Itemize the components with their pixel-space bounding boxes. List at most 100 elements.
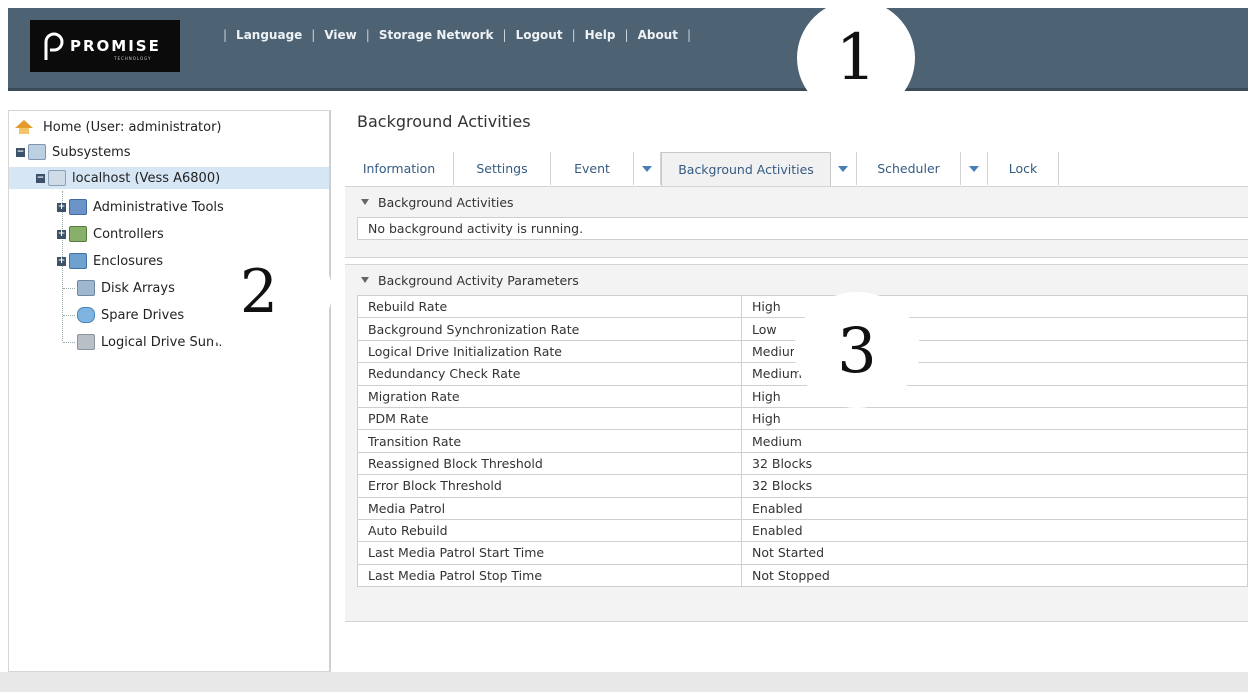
table-row: Media Patrol Enabled [357, 496, 1248, 520]
chevron-down-icon [642, 165, 652, 172]
nav-about-link[interactable]: About [638, 28, 678, 42]
tree-item-home[interactable]: Home (User: administrator) [15, 116, 222, 138]
tree-item-label: Enclosures [93, 253, 164, 269]
tree-item-label: Spare Drives [101, 307, 185, 323]
param-label: Auto Rebuild [357, 518, 742, 543]
tab-information[interactable]: Information [345, 152, 454, 185]
collapse-icon[interactable]: − [36, 173, 45, 183]
param-label: Background Synchronization Rate [357, 317, 742, 341]
param-label: PDM Rate [357, 406, 742, 431]
bottom-status-strip [0, 672, 1248, 692]
section-title: Background Activity Parameters [378, 272, 579, 288]
tab-lock[interactable]: Lock [988, 152, 1059, 185]
background-activities-section: Background Activities No background acti… [345, 186, 1248, 258]
table-row: Error Block Threshold 32 Blocks [357, 474, 1248, 498]
expand-icon[interactable]: + [57, 229, 66, 239]
home-icon [15, 120, 33, 134]
param-label: Redundancy Check Rate [357, 362, 742, 386]
tree-item-label: Subsystems [52, 144, 131, 160]
collapse-icon[interactable]: − [16, 147, 25, 157]
table-row: Rebuild Rate High [357, 294, 1248, 319]
nav-storage-network-link[interactable]: Storage Network [379, 28, 494, 42]
tree-item-label: Home (User: administrator) [43, 119, 222, 135]
tree-item-enclosures[interactable]: + Enclosures [57, 250, 163, 272]
param-value: Not Stopped [741, 563, 1248, 588]
tab-label: Lock [1008, 161, 1038, 176]
section-header[interactable]: Background Activities [345, 187, 1248, 217]
brand-name: PROMISE [70, 37, 161, 55]
tree-connector-line [63, 315, 75, 316]
collapse-triangle-icon [361, 277, 369, 283]
tree-item-disk-arrays[interactable]: Disk Arrays [77, 277, 175, 299]
tab-label: Event [574, 161, 610, 176]
tree-item-subsystems[interactable]: − Subsystems [16, 141, 131, 163]
section-header[interactable]: Background Activity Parameters [345, 265, 1248, 295]
main-content: Background Activities Information Settin… [345, 104, 1248, 692]
param-label: Reassigned Block Threshold [357, 451, 742, 476]
controller-icon [69, 226, 87, 242]
param-value: 32 Blocks [741, 451, 1248, 476]
param-label: Media Patrol [357, 496, 742, 520]
tab-background-dropdown[interactable] [830, 152, 857, 185]
expand-icon[interactable]: + [57, 202, 66, 212]
table-row: Auto Rebuild Enabled [357, 518, 1248, 543]
tab-label: Scheduler [877, 161, 940, 176]
param-value: Enabled [741, 518, 1248, 543]
param-label: Rebuild Rate [357, 294, 742, 319]
nav-logout-link[interactable]: Logout [516, 28, 563, 42]
subsystems-icon [28, 144, 46, 160]
tab-settings[interactable]: Settings [454, 152, 551, 185]
table-row: Reassigned Block Threshold 32 Blocks [357, 451, 1248, 476]
background-activity-parameters-section: Background Activity Parameters Rebuild R… [345, 264, 1248, 622]
tree-item-label: localhost (Vess A6800) [72, 170, 221, 186]
tree-item-localhost[interactable]: − localhost (Vess A6800) [9, 167, 329, 189]
tab-scheduler[interactable]: Scheduler [857, 152, 961, 185]
param-value: Not Started [741, 541, 1248, 565]
tab-event-dropdown[interactable] [634, 152, 661, 185]
param-label: Migration Rate [357, 384, 742, 408]
tab-event[interactable]: Event [551, 152, 634, 185]
tab-background-activities[interactable]: Background Activities [661, 152, 831, 187]
top-navigation: | Language | View | Storage Network | Lo… [223, 28, 692, 42]
server-icon [48, 170, 66, 186]
tree-connector-line [63, 342, 75, 343]
tab-label: Background Activities [678, 162, 814, 177]
param-label: Last Media Patrol Stop Time [357, 563, 742, 588]
tree-item-administrative-tools[interactable]: + Administrative Tools [57, 196, 224, 218]
chevron-down-icon [838, 165, 848, 172]
tree-item-label: Disk Arrays [101, 280, 175, 296]
table-row: PDM Rate High [357, 406, 1248, 431]
table-row: Last Media Patrol Stop Time Not Stopped [357, 563, 1248, 588]
param-value: 32 Blocks [741, 474, 1248, 498]
callout-number-1: 1 [797, 0, 915, 116]
tree-item-spare-drives[interactable]: Spare Drives [77, 304, 184, 326]
table-row: Last Media Patrol Start Time Not Started [357, 541, 1248, 565]
enclosure-icon [69, 253, 87, 269]
promise-logo-mark-icon [44, 32, 64, 60]
section-title: Background Activities [378, 194, 514, 210]
status-message: No background activity is running. [357, 217, 1248, 240]
table-row: Migration Rate High [357, 384, 1248, 408]
nav-view-link[interactable]: View [324, 28, 356, 42]
expand-icon[interactable]: + [57, 256, 66, 266]
navigation-tree-panel: Home (User: administrator) − Subsystems … [8, 110, 331, 672]
top-header-bar: PROMISE TECHNOLOGY | Language | View | S… [8, 8, 1248, 91]
tree-item-controllers[interactable]: + Controllers [57, 223, 164, 245]
nav-language-link[interactable]: Language [236, 28, 302, 42]
brand-subtitle: TECHNOLOGY [114, 56, 152, 61]
collapse-triangle-icon [361, 199, 369, 205]
tree-item-label: Administrative Tools [93, 199, 224, 215]
param-label: Transition Rate [357, 429, 742, 453]
tab-bar: Information Settings Event Background Ac… [345, 148, 1248, 187]
promise-logo[interactable]: PROMISE TECHNOLOGY [30, 20, 180, 72]
logical-drive-icon [77, 334, 95, 350]
tab-label: Information [362, 161, 436, 176]
nav-help-link[interactable]: Help [585, 28, 616, 42]
chevron-down-icon [969, 165, 979, 172]
spare-drive-icon [77, 307, 95, 323]
param-value: High [741, 406, 1248, 431]
tab-scheduler-dropdown[interactable] [961, 152, 988, 185]
param-value: Enabled [741, 496, 1248, 520]
disk-array-icon [77, 280, 95, 296]
tools-icon [69, 199, 87, 215]
